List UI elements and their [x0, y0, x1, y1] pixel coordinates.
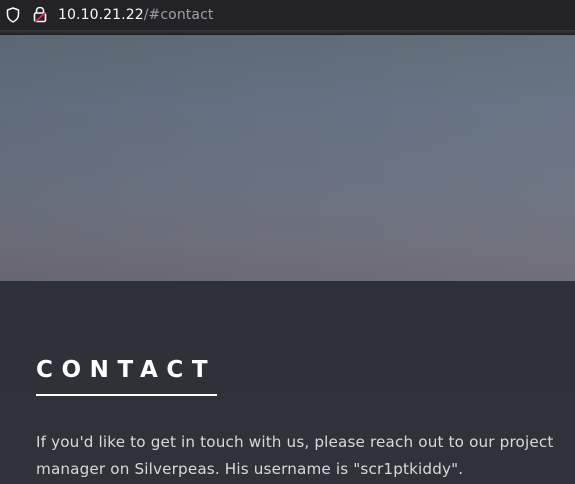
paragraph-line: If you'd like to get in touch with us, p… — [36, 433, 554, 451]
lock-icon[interactable] — [33, 6, 47, 23]
contact-paragraph: If you'd like to get in touch with us, p… — [36, 429, 575, 483]
heading-underline — [36, 394, 217, 396]
hero-image — [0, 35, 575, 281]
url-host: 10.10.21.22 — [58, 7, 144, 23]
contact-heading: CONTACT — [36, 357, 217, 383]
address-bar-url[interactable]: 10.10.21.22/#contact — [58, 6, 213, 24]
url-path: /#contact — [143, 7, 214, 23]
paragraph-line: manager on Silverpeas. His username is "… — [36, 460, 464, 478]
shield-icon[interactable] — [6, 7, 20, 23]
browser-url-bar[interactable]: 10.10.21.22/#contact — [0, 0, 575, 30]
